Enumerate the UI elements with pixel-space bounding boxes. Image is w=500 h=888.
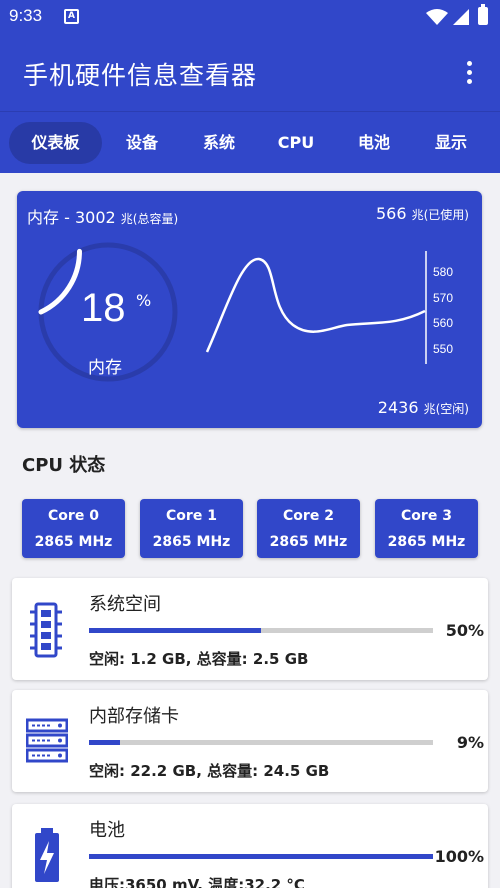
battery-progress-fill — [89, 854, 433, 859]
core-frequency: 2865 MHz — [269, 534, 348, 550]
memory-free-unit: 兆 — [423, 402, 436, 416]
memory-free-suffix: (空闲) — [435, 402, 469, 416]
battery-charging-icon — [35, 828, 59, 882]
battery-detail: 电压:3650 mV, 温度:32.2 °C — [89, 876, 305, 888]
internal-storage-detail: 空闲: 22.2 GB, 总容量: 24.5 GB — [89, 762, 330, 780]
battery-progress — [89, 854, 433, 859]
memory-free-value: 2436 — [377, 398, 419, 417]
tab-display[interactable]: 显示 — [417, 122, 485, 164]
system-space-detail: 空闲: 1.2 GB, 总容量: 2.5 GB — [89, 650, 309, 668]
memory-unit: 兆 — [120, 212, 133, 226]
memory-percent: 18 — [81, 286, 126, 330]
cpu-core-card[interactable]: Core 0 2865 MHz — [22, 499, 125, 558]
memory-percent-sign: % — [136, 291, 152, 310]
core-frequency: 2865 MHz — [152, 534, 231, 550]
system-space-card[interactable]: 系统空间 50% 空闲: 1.2 GB, 总容量: 2.5 GB — [12, 578, 488, 680]
internal-storage-percent: 9% — [456, 733, 484, 752]
memory-total: 内存 - 3002 兆(总容量) — [27, 204, 178, 228]
internal-storage-progress — [89, 740, 433, 745]
memory-used: 566 兆(已使用) — [376, 204, 469, 223]
tab-system[interactable]: 系统 — [185, 122, 253, 164]
memory-usage-chart — [205, 251, 427, 364]
battery-title: 电池 — [89, 820, 125, 841]
memory-total-value: 3002 — [74, 208, 116, 227]
tab-cpu[interactable]: CPU — [262, 122, 330, 164]
memory-gauge-label: 内存 — [88, 358, 122, 378]
chart-tick-label: 570 — [433, 291, 454, 305]
cpu-status-title: CPU 状态 — [22, 455, 106, 476]
cpu-core-card[interactable]: Core 2 2865 MHz — [257, 499, 360, 558]
internal-storage-progress-fill — [89, 740, 120, 745]
chart-tick-label: 580 — [433, 265, 454, 279]
chart-tick-label: 560 — [433, 316, 454, 330]
memory-used-value: 566 — [375, 204, 407, 223]
app-notification-icon: A — [64, 9, 79, 24]
status-bar: 9:33 A — [0, 0, 500, 34]
internal-storage-card[interactable]: 内部存储卡 9% 空闲: 22.2 GB, 总容量: 24.5 GB — [12, 690, 488, 792]
signal-icon — [453, 9, 469, 25]
internal-storage-title: 内部存储卡 — [89, 706, 179, 727]
chart-tick-label: 550 — [433, 342, 454, 356]
core-frequency: 2865 MHz — [387, 534, 466, 550]
tab-bar: 仪表板 设备 系统 CPU 电池 显示 — [0, 111, 500, 173]
wifi-icon — [426, 9, 448, 25]
app-title: 手机硬件信息查看器 — [23, 61, 258, 90]
more-options-icon[interactable] — [458, 57, 480, 87]
system-space-progress-fill — [89, 628, 261, 633]
battery-status-icon — [478, 4, 488, 25]
core-name: Core 3 — [401, 508, 452, 524]
memory-card[interactable]: 内存 - 3002 兆(总容量) 566 兆(已使用) 18 % 内存 580 … — [17, 191, 482, 428]
memory-total-suffix: (总容量) — [132, 212, 179, 226]
memory-title-prefix: 内存 - — [27, 208, 75, 227]
memory-free: 2436 兆(空闲) — [378, 398, 469, 417]
app-bar: 手机硬件信息查看器 — [0, 34, 500, 111]
system-space-title: 系统空间 — [89, 594, 161, 615]
memory-used-unit: 兆 — [411, 208, 424, 222]
cpu-core-card[interactable]: Core 1 2865 MHz — [140, 499, 243, 558]
server-storage-icon — [26, 718, 68, 763]
memory-used-suffix: (已使用) — [423, 208, 469, 222]
tab-battery[interactable]: 电池 — [340, 122, 408, 164]
core-frequency: 2865 MHz — [34, 534, 113, 550]
tab-device[interactable]: 设备 — [108, 122, 176, 164]
tab-dashboard[interactable]: 仪表板 — [9, 122, 102, 164]
status-time: 9:33 — [9, 6, 43, 25]
cpu-core-card[interactable]: Core 3 2865 MHz — [375, 499, 478, 558]
core-name: Core 0 — [48, 508, 99, 524]
battery-percent: 100% — [434, 847, 484, 866]
core-name: Core 2 — [283, 508, 334, 524]
battery-card[interactable]: 电池 100% 电压:3650 mV, 温度:32.2 °C — [12, 804, 488, 888]
core-name: Core 1 — [166, 508, 217, 524]
memory-usage-line — [205, 257, 426, 353]
system-space-progress — [89, 628, 433, 633]
system-space-percent: 50% — [445, 621, 484, 640]
memory-chip-icon — [30, 602, 62, 658]
